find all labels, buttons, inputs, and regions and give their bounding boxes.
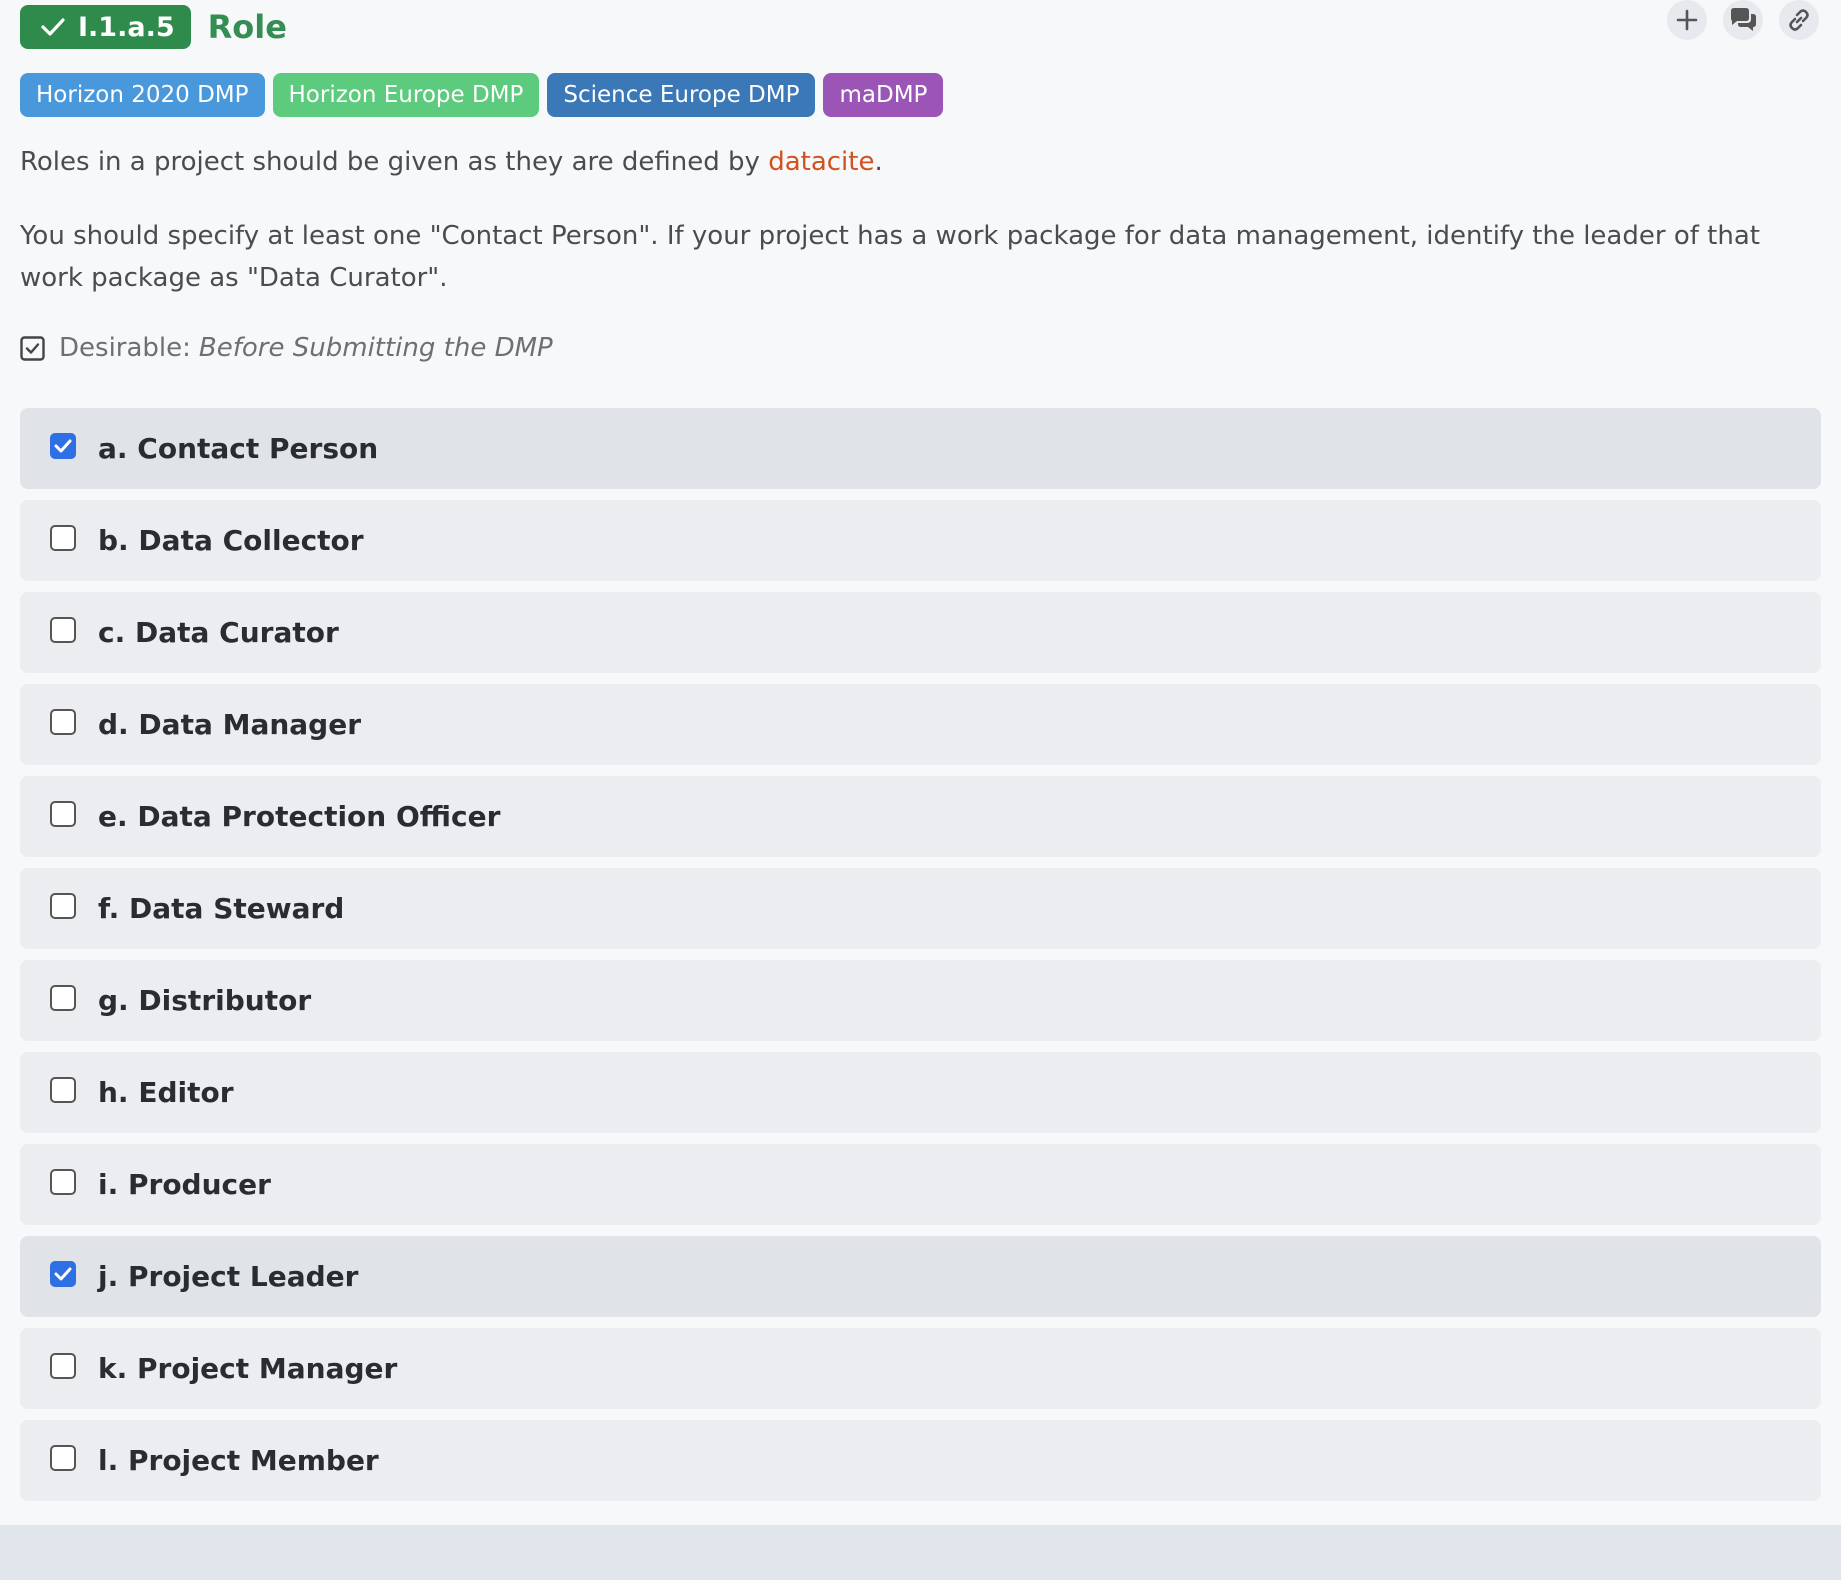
desirable-phase: Before Submitting the DMP — [198, 333, 553, 363]
option-item[interactable]: k. Project Manager — [20, 1328, 1821, 1409]
option-item[interactable]: c. Data Curator — [20, 592, 1821, 673]
datacite-link[interactable]: datacite — [768, 147, 874, 177]
checkbox-icon — [20, 335, 45, 361]
option-checkbox[interactable] — [50, 616, 76, 643]
option-label: i. Producer — [98, 1168, 271, 1201]
comments-icon — [1731, 8, 1756, 31]
add-icon — [1676, 9, 1698, 31]
option-label: d. Data Manager — [98, 708, 362, 741]
option-label: l. Project Member — [98, 1444, 379, 1477]
option-checkbox[interactable] — [50, 708, 76, 735]
question-header: I.1.a.5 Role — [20, 5, 287, 49]
option-label: f. Data Steward — [98, 892, 345, 925]
question-code-badge: I.1.a.5 — [20, 5, 191, 49]
link-button[interactable] — [1779, 0, 1819, 40]
comments-button[interactable] — [1723, 0, 1763, 40]
option-item[interactable]: d. Data Manager — [20, 684, 1821, 765]
tag-horizon-europe: Horizon Europe DMP — [272, 73, 540, 117]
option-checkbox[interactable] — [50, 800, 76, 827]
option-checkbox[interactable] — [50, 1444, 76, 1471]
desirable-indicator: Desirable: Before Submitting the DMP — [20, 333, 553, 363]
question-code: I.1.a.5 — [78, 11, 175, 43]
option-label: b. Data Collector — [98, 524, 364, 557]
link-icon — [1789, 9, 1809, 31]
tag-science-europe: Science Europe DMP — [547, 73, 816, 117]
tag-madmp: maDMP — [823, 73, 944, 117]
option-checkbox[interactable] — [50, 1168, 76, 1195]
option-label: e. Data Protection Officer — [98, 800, 501, 833]
option-checkbox[interactable] — [50, 524, 76, 551]
bottom-bar — [0, 1525, 1841, 1580]
question-description-note: You should specify at least one "Contact… — [20, 221, 1760, 293]
tag-horizon-2020: Horizon 2020 DMP — [20, 73, 265, 117]
option-item[interactable]: j. Project Leader — [20, 1236, 1821, 1317]
option-item[interactable]: b. Data Collector — [20, 500, 1821, 581]
option-item[interactable]: l. Project Member — [20, 1420, 1821, 1501]
option-list: a. Contact Person b. Data Collector c. Dat… — [20, 408, 1821, 1512]
question-description: Roles in a project should be given as th… — [20, 147, 883, 177]
add-button[interactable] — [1667, 0, 1707, 40]
option-checkbox[interactable] — [50, 1076, 76, 1103]
option-label: g. Distributor — [98, 984, 312, 1017]
option-checkbox[interactable] — [50, 892, 76, 919]
question-title: Role — [207, 8, 287, 46]
option-label: a. Contact Person — [98, 432, 379, 465]
option-label: j. Project Leader — [98, 1260, 359, 1293]
option-label: k. Project Manager — [98, 1352, 398, 1385]
option-checkbox[interactable] — [50, 1352, 76, 1379]
option-label: c. Data Curator — [98, 616, 339, 649]
option-item[interactable]: g. Distributor — [20, 960, 1821, 1041]
option-item[interactable]: a. Contact Person — [20, 408, 1821, 489]
option-checkbox[interactable] — [50, 984, 76, 1011]
header-actions — [1667, 0, 1819, 40]
checkmark-icon — [54, 1267, 72, 1280]
desirable-label: Desirable: — [59, 333, 191, 363]
option-item[interactable]: e. Data Protection Officer — [20, 776, 1821, 857]
option-item[interactable]: h. Editor — [20, 1052, 1821, 1133]
checkmark-icon — [54, 439, 72, 452]
question-page: I.1.a.5 Role Horizon 2020 DMP Horizon Eu… — [0, 0, 1841, 1525]
option-item[interactable]: i. Producer — [20, 1144, 1821, 1225]
option-item[interactable]: f. Data Steward — [20, 868, 1821, 949]
checkmark-icon — [41, 18, 65, 36]
option-checkbox[interactable] — [50, 432, 76, 459]
option-checkbox[interactable] — [50, 1260, 76, 1287]
option-label: h. Editor — [98, 1076, 234, 1109]
tag-list: Horizon 2020 DMP Horizon Europe DMP Scie… — [20, 73, 944, 117]
